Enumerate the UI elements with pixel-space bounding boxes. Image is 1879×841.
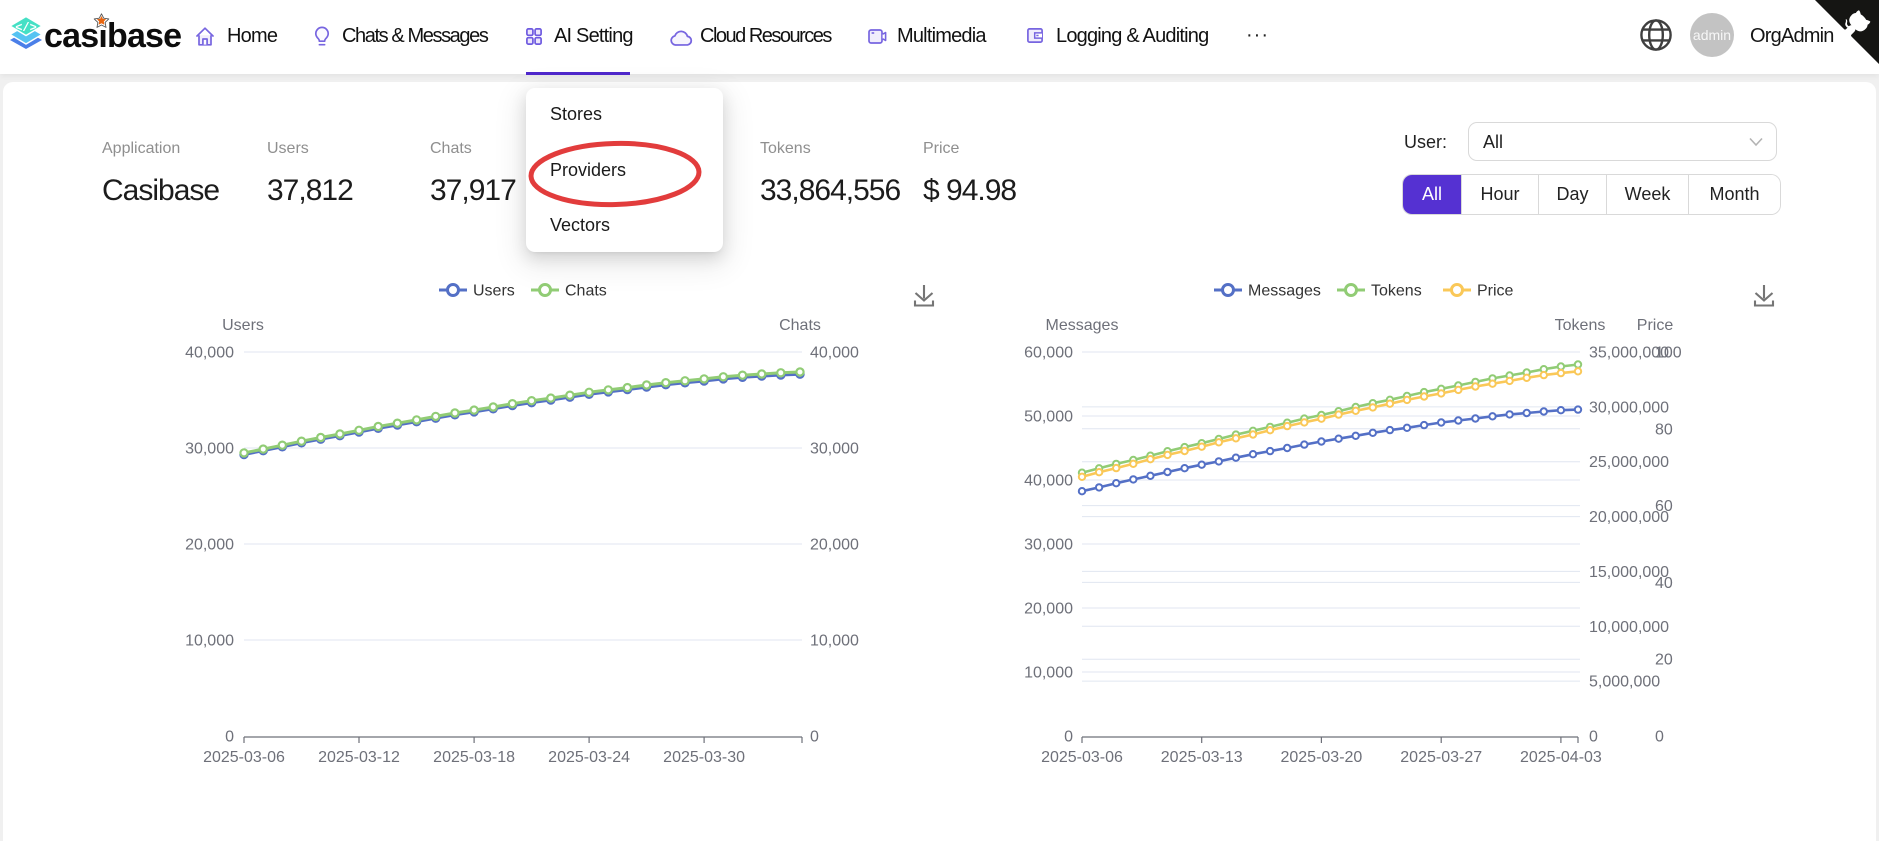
svg-text:25,000,000: 25,000,000	[1589, 454, 1669, 471]
svg-text:2025-03-06: 2025-03-06	[203, 749, 285, 766]
svg-text:Messages: Messages	[1046, 317, 1119, 334]
svg-text:60,000: 60,000	[1024, 345, 1073, 362]
svg-text:0: 0	[1589, 729, 1598, 746]
svg-text:60: 60	[1655, 498, 1673, 515]
svg-text:80: 80	[1655, 421, 1673, 438]
svg-text:20,000: 20,000	[1024, 601, 1073, 618]
svg-text:5,000,000: 5,000,000	[1589, 674, 1660, 691]
svg-text:20: 20	[1655, 652, 1673, 669]
svg-text:2025-03-27: 2025-03-27	[1400, 749, 1482, 766]
svg-text:50,000: 50,000	[1024, 409, 1073, 426]
svg-text:2025-04-03: 2025-04-03	[1520, 749, 1602, 766]
svg-text:40: 40	[1655, 575, 1673, 592]
svg-text:2025-03-13: 2025-03-13	[1161, 749, 1243, 766]
svg-text:Tokens: Tokens	[1555, 317, 1606, 334]
svg-text:40,000: 40,000	[810, 345, 859, 362]
svg-text:10,000: 10,000	[810, 633, 859, 650]
svg-text:2025-03-18: 2025-03-18	[433, 749, 515, 766]
svg-text:2025-03-24: 2025-03-24	[548, 749, 630, 766]
svg-text:2025-03-12: 2025-03-12	[318, 749, 400, 766]
svg-text:40,000: 40,000	[1024, 473, 1073, 490]
svg-text:2025-03-30: 2025-03-30	[663, 749, 745, 766]
svg-text:20,000: 20,000	[185, 537, 234, 554]
svg-text:0: 0	[1655, 729, 1664, 746]
svg-text:Tokens: Tokens	[1371, 283, 1422, 300]
svg-text:10,000,000: 10,000,000	[1589, 619, 1669, 636]
svg-text:100: 100	[1655, 345, 1682, 362]
svg-text:30,000: 30,000	[1024, 537, 1073, 554]
svg-text:40,000: 40,000	[185, 345, 234, 362]
svg-text:0: 0	[225, 729, 234, 746]
svg-text:0: 0	[810, 729, 819, 746]
svg-text:Messages: Messages	[1248, 283, 1321, 300]
svg-text:Chats: Chats	[779, 317, 821, 334]
svg-text:Price: Price	[1477, 283, 1514, 300]
svg-text:2025-03-06: 2025-03-06	[1041, 749, 1123, 766]
svg-text:30,000,000: 30,000,000	[1589, 399, 1669, 416]
svg-text:Price: Price	[1637, 317, 1674, 334]
svg-text:30,000: 30,000	[810, 441, 859, 458]
svg-text:10,000: 10,000	[185, 633, 234, 650]
svg-text:30,000: 30,000	[185, 441, 234, 458]
svg-text:Chats: Chats	[565, 283, 607, 300]
svg-text:Users: Users	[473, 283, 515, 300]
svg-text:20,000: 20,000	[810, 537, 859, 554]
svg-text:10,000: 10,000	[1024, 665, 1073, 682]
svg-text:2025-03-20: 2025-03-20	[1280, 749, 1362, 766]
svg-text:Users: Users	[222, 317, 264, 334]
svg-text:0: 0	[1064, 729, 1073, 746]
